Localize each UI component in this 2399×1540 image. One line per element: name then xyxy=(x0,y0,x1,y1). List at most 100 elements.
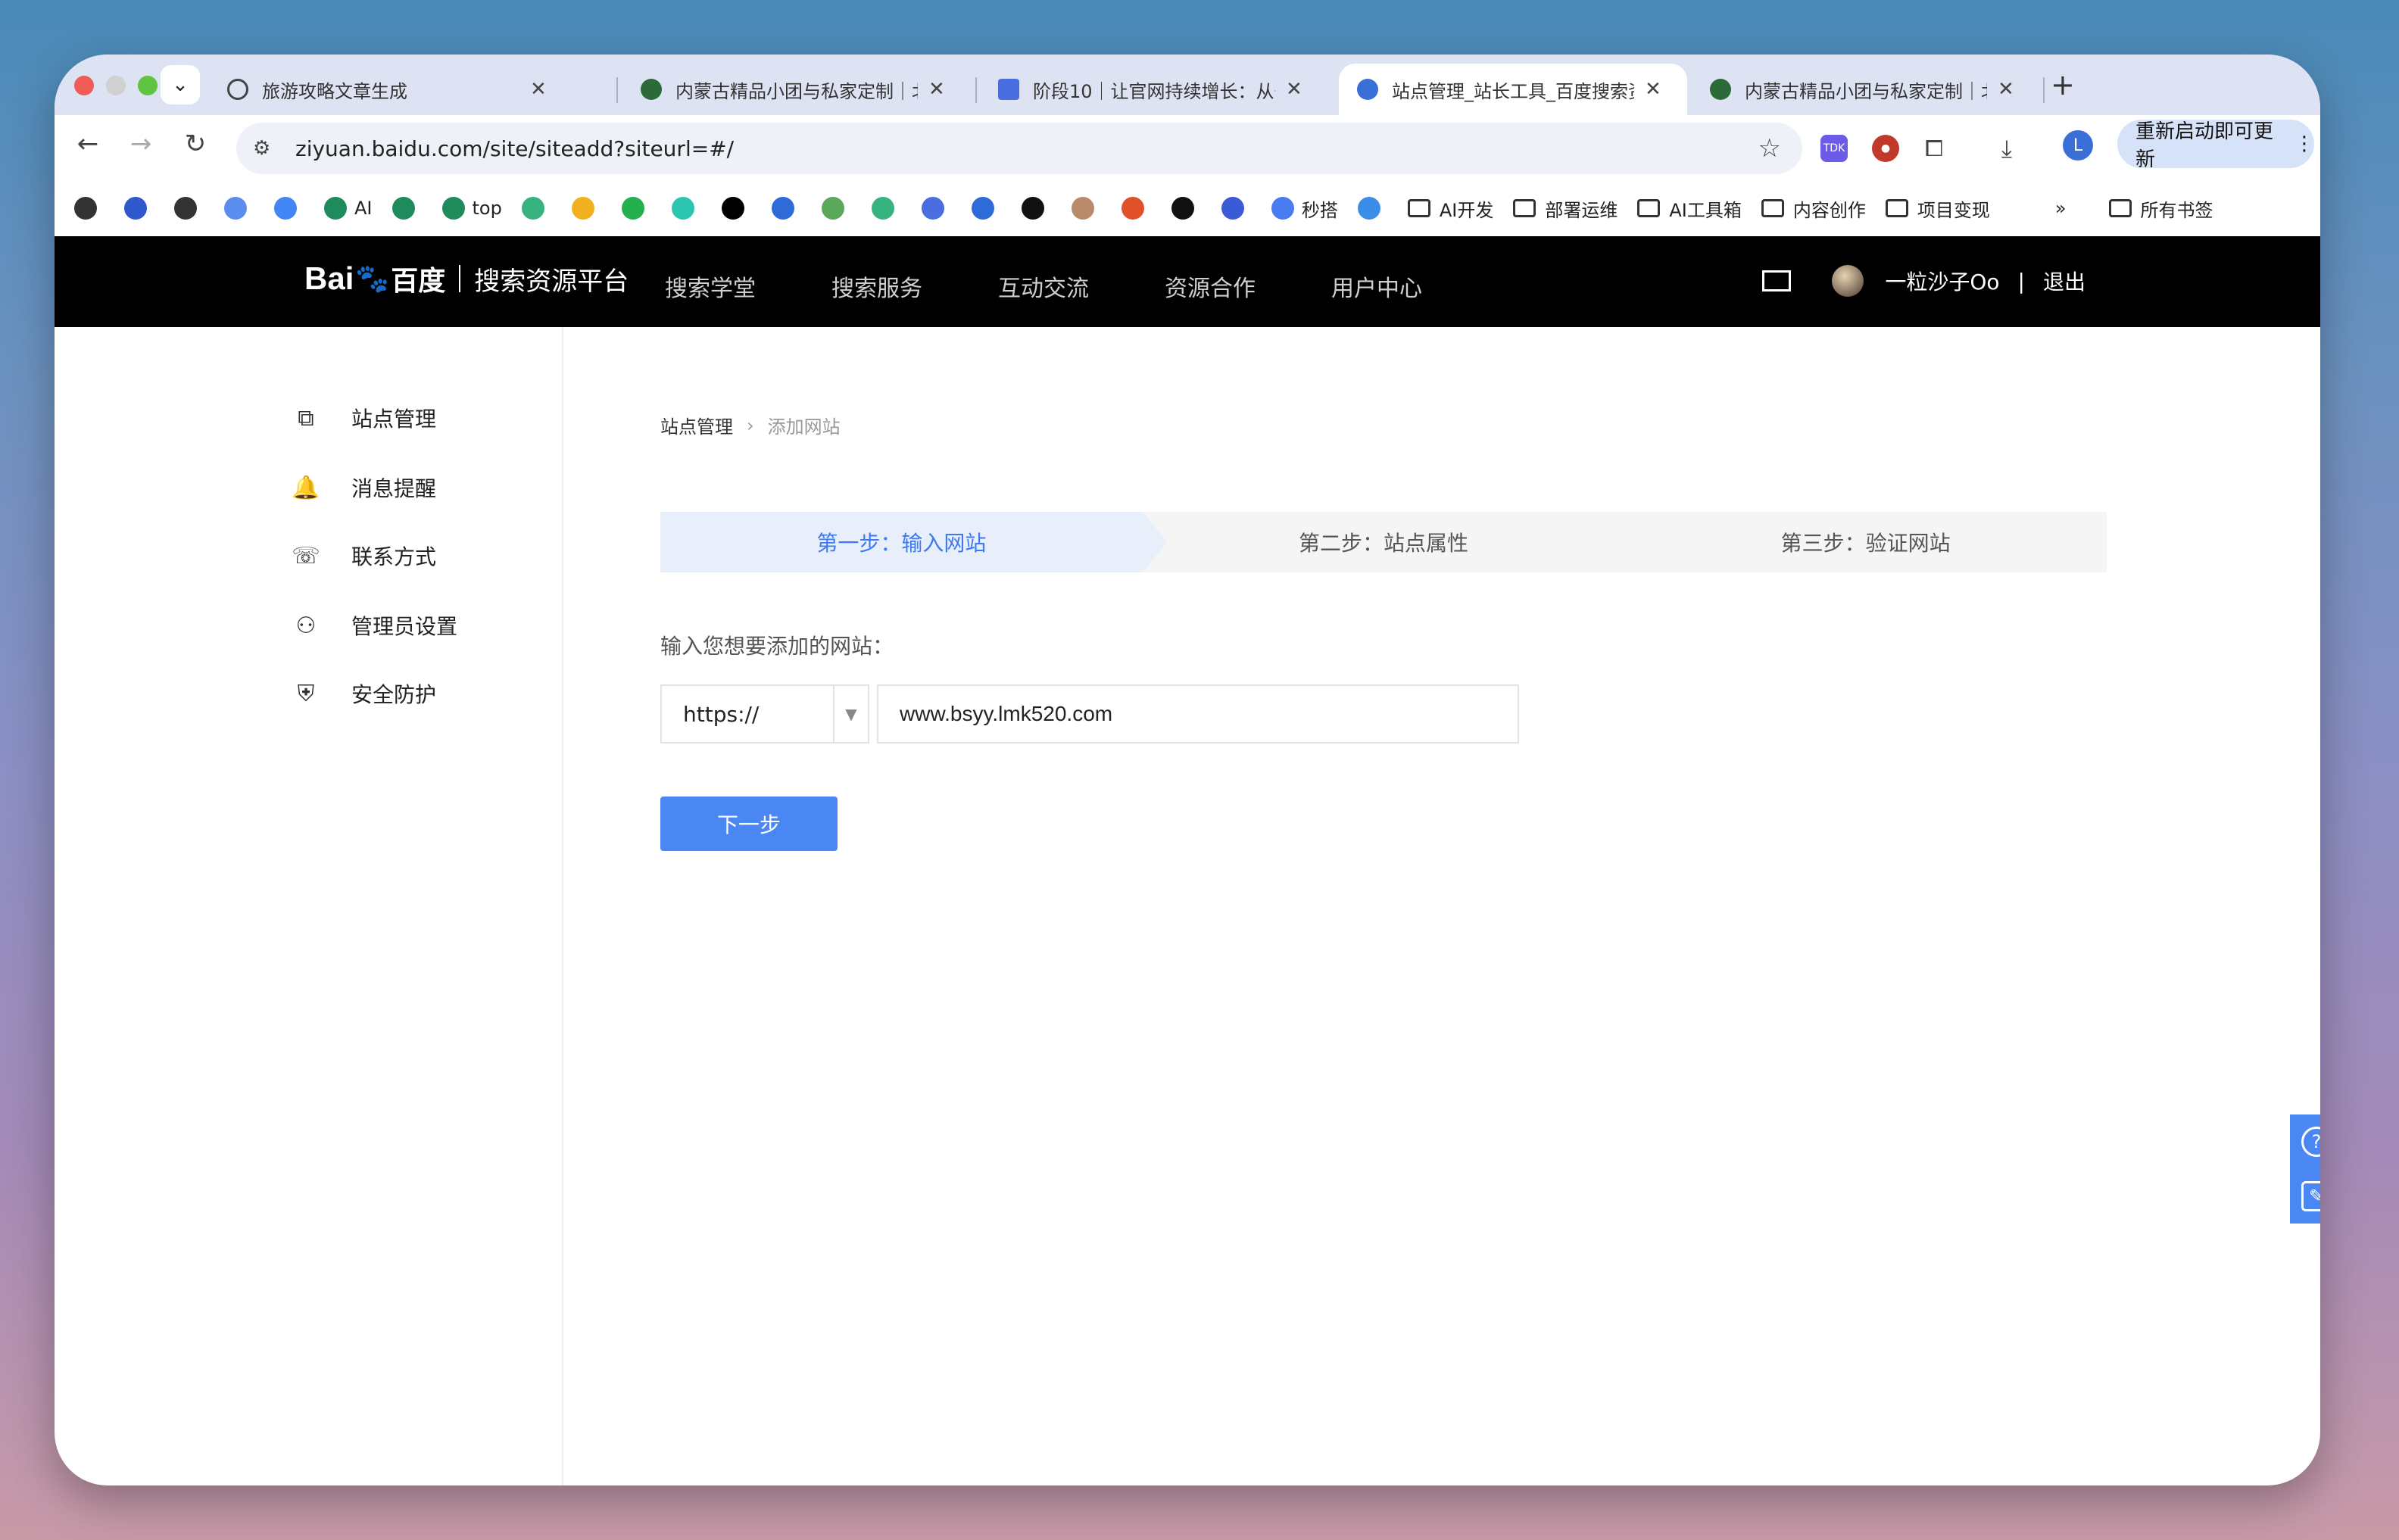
sidebar-item-contact[interactable]: ☏ 联系方式 xyxy=(291,541,436,571)
bookmark-star-icon[interactable]: ☆ xyxy=(1758,133,1781,164)
close-icon[interactable]: ✕ xyxy=(928,78,945,101)
nav-item[interactable]: 用户中心 xyxy=(1331,270,1422,303)
close-icon[interactable]: ✕ xyxy=(1286,78,1302,101)
baidu-logo[interactable]: Bai 🐾 百度 搜索资源平台 xyxy=(304,259,629,298)
mail-icon[interactable] xyxy=(1762,270,1792,291)
bookmark-item[interactable] xyxy=(274,197,304,220)
tab[interactable]: 旅游攻略文章生成 ✕ xyxy=(209,64,603,115)
sidebar-item-security[interactable]: ⛨ 安全防护 xyxy=(291,678,436,709)
bookmark-item[interactable] xyxy=(671,197,702,220)
bookmark-folder[interactable]: 内容创作 xyxy=(1761,195,1866,222)
sidebar-item-notifications[interactable]: 🔔 消息提醒 xyxy=(291,472,436,503)
bookmark-item[interactable] xyxy=(621,197,652,220)
bookmark-item[interactable] xyxy=(392,197,423,220)
close-icon[interactable]: ✕ xyxy=(530,78,547,101)
bookmark-folder[interactable]: AI开发 xyxy=(1407,195,1493,222)
bird-icon xyxy=(971,197,994,220)
help-question-icon[interactable]: ? xyxy=(2301,1127,2320,1157)
download-icon[interactable]: ⤓ xyxy=(1993,134,2020,163)
mountain-icon xyxy=(1221,197,1244,220)
bookmark-item[interactable]: 秒搭 xyxy=(1271,195,1338,222)
bookmark-item[interactable] xyxy=(821,197,852,220)
bookmark-item[interactable] xyxy=(721,197,752,220)
back-arrow-icon[interactable]: ← xyxy=(68,129,108,159)
zoom-window-button[interactable] xyxy=(138,76,158,95)
bookmark-item[interactable] xyxy=(1357,197,1388,220)
tdk-extension-icon[interactable]: TDK xyxy=(1820,135,1848,162)
logout-link[interactable]: 退出 xyxy=(2043,266,2085,296)
bookmarks-overflow-icon[interactable]: » xyxy=(2055,198,2067,219)
extensions-puzzle-icon[interactable]: ⧠ xyxy=(1920,135,1948,162)
new-tab-button[interactable]: + xyxy=(2051,68,2075,101)
folder-label: 项目变现 xyxy=(1917,199,1990,221)
nav-item[interactable]: 资源合作 xyxy=(1165,270,1256,303)
circle-icon xyxy=(671,197,694,220)
bookmark-item[interactable] xyxy=(521,197,552,220)
bookmark-item[interactable] xyxy=(1171,197,1202,220)
close-icon[interactable]: ✕ xyxy=(1998,78,2014,101)
bookmark-item[interactable] xyxy=(74,197,105,220)
cloud-icon xyxy=(1357,197,1380,220)
next-step-button[interactable]: 下一步 xyxy=(660,796,838,851)
bookmark-item[interactable]: AI xyxy=(324,197,373,220)
bookmark-item[interactable] xyxy=(971,197,1002,220)
bookmark-item[interactable] xyxy=(1021,197,1052,220)
site-info-icon[interactable]: ⚙ xyxy=(253,137,283,160)
nav-item[interactable]: 搜索服务 xyxy=(831,270,922,303)
logo-bai: Bai xyxy=(304,260,354,296)
nav-item[interactable]: 搜索学堂 xyxy=(665,270,756,303)
baidu-paw-icon xyxy=(124,197,147,220)
sidebar-item-admin-settings[interactable]: ⚇ 管理员设置 xyxy=(291,610,457,641)
bookmark-item[interactable] xyxy=(174,197,204,220)
nav-item[interactable]: 互动交流 xyxy=(998,270,1089,303)
breadcrumb-parent[interactable]: 站点管理 xyxy=(660,412,733,438)
phone-icon: ☏ xyxy=(292,542,320,569)
avatar-icon xyxy=(1071,197,1094,220)
extension-icon[interactable]: ● xyxy=(1872,135,1899,162)
tab-divider xyxy=(975,77,977,103)
bookmark-item[interactable] xyxy=(124,197,154,220)
caret-down-icon[interactable]: ▼ xyxy=(833,686,868,742)
sidebar-item-site-management[interactable]: ⧉ 站点管理 xyxy=(291,403,436,433)
tab-search-button[interactable]: ⌄ xyxy=(161,65,200,104)
bookmark-item[interactable] xyxy=(571,197,602,220)
bookmark-item[interactable]: top xyxy=(441,197,502,220)
site-url-input[interactable] xyxy=(877,684,1519,744)
tab-strip: ⌄ 旅游攻略文章生成 ✕ 内蒙古精品小团与私家定制｜北 ✕ 阶段10｜让官网持续… xyxy=(55,55,2320,115)
minimize-window-button[interactable] xyxy=(106,76,126,95)
tab-active[interactable]: 站点管理_站长工具_百度搜索资 ✕ xyxy=(1339,64,1687,115)
address-bar[interactable]: ⚙ ziyuan.baidu.com/site/siteadd?siteurl=… xyxy=(236,123,1802,174)
bookmark-item[interactable] xyxy=(224,197,254,220)
close-window-button[interactable] xyxy=(74,76,94,95)
tab[interactable]: 阶段10｜让官网持续增长：从一 ✕ xyxy=(980,64,1328,115)
platform-name: 搜索资源平台 xyxy=(474,266,629,297)
sidebar-item-label: 安全防护 xyxy=(351,682,437,707)
tab-title: 旅游攻略文章生成 xyxy=(262,80,407,102)
url-text[interactable]: ziyuan.baidu.com/site/siteadd?siteurl=#/ xyxy=(295,136,734,161)
sitemap-icon: ⧉ xyxy=(298,404,314,432)
all-bookmarks[interactable]: 所有书签 xyxy=(2108,195,2213,222)
bookmark-item[interactable] xyxy=(1121,197,1152,220)
profile-avatar[interactable]: L xyxy=(2063,130,2093,161)
tab[interactable]: 内蒙古精品小团与私家定制｜北 ✕ xyxy=(622,64,971,115)
bookmark-item[interactable] xyxy=(1221,197,1252,220)
protocol-select[interactable]: https:// ▼ xyxy=(660,684,869,744)
bookmark-folder[interactable]: 项目变现 xyxy=(1885,195,1990,222)
update-button[interactable]: 重新启动即可更新 ⋮ xyxy=(2117,120,2314,171)
feedback-edit-icon[interactable]: ✎ xyxy=(2301,1181,2320,1211)
tab[interactable]: 内蒙古精品小团与私家定制｜北 ✕ xyxy=(1692,64,2040,115)
username[interactable]: 一粒沙子Oo xyxy=(1885,266,1999,296)
forward-arrow-icon[interactable]: → xyxy=(121,129,161,159)
bookmark-item[interactable] xyxy=(871,197,902,220)
sidebar-item-label: 站点管理 xyxy=(351,407,437,432)
bookmark-folder[interactable]: 部署运维 xyxy=(1513,195,1618,222)
bookmark-folder[interactable]: AI工具箱 xyxy=(1637,195,1742,222)
bookmark-item[interactable] xyxy=(771,197,802,220)
logo-baidu: 百度 xyxy=(391,266,446,297)
bookmark-item[interactable] xyxy=(921,197,952,220)
bookmark-item[interactable] xyxy=(1071,197,1102,220)
sidebar-item-label: 管理员设置 xyxy=(351,614,458,639)
user-avatar[interactable] xyxy=(1832,265,1864,297)
reload-icon[interactable]: ↻ xyxy=(176,129,215,159)
close-icon[interactable]: ✕ xyxy=(1645,78,1661,101)
